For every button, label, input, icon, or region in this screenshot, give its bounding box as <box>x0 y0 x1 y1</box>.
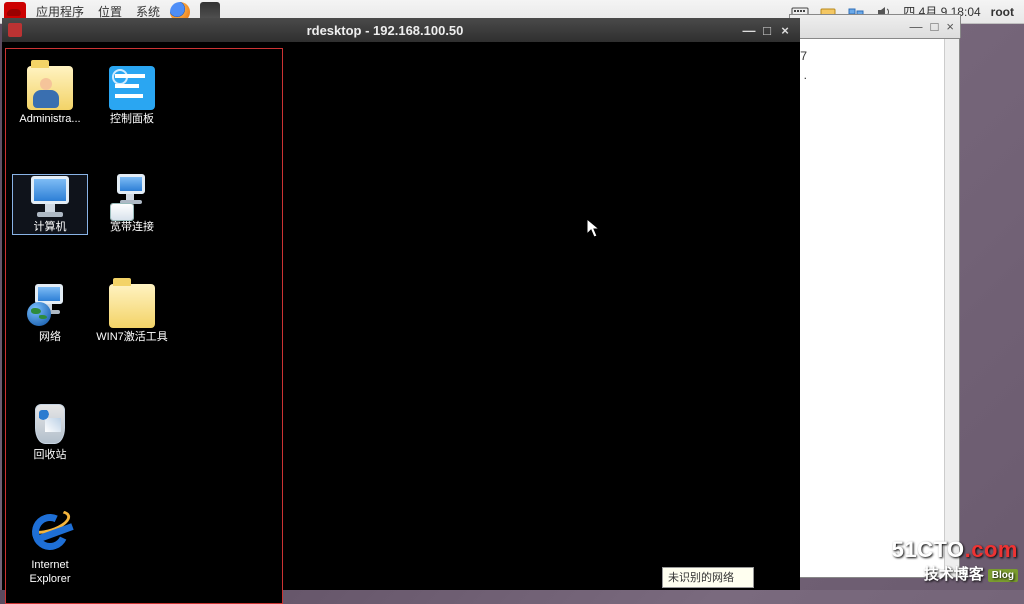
icon-label: 计算机 <box>12 221 88 235</box>
desktop-icon-broadband[interactable]: 宽带连接 <box>94 174 170 235</box>
icon-label: 网络 <box>12 331 88 345</box>
ie-icon <box>27 512 73 556</box>
mouse-cursor-icon <box>586 218 600 238</box>
rdesktop-maximize-button[interactable]: □ <box>758 23 776 38</box>
network-places-icon <box>27 284 73 328</box>
icon-label: WIN7激活工具 <box>94 331 170 345</box>
user-folder-icon <box>27 66 73 110</box>
computer-icon <box>27 174 73 218</box>
icon-label: Administra... <box>12 113 88 127</box>
rdesktop-window: rdesktop - 192.168.100.50 — □ × Administ… <box>2 18 800 590</box>
tooltip-text: 未识别的网络 <box>668 572 734 584</box>
rdesktop-minimize-button[interactable]: — <box>740 23 758 38</box>
rdesktop-app-icon <box>8 23 22 37</box>
desktop-icon-administrator[interactable]: Administra... <box>12 66 88 127</box>
control-panel-icon <box>109 66 155 110</box>
bg-window-maximize-button[interactable]: □ <box>931 19 939 34</box>
rdesktop-titlebar[interactable]: rdesktop - 192.168.100.50 — □ × <box>2 18 800 42</box>
bg-text-line: . . <box>797 66 955 85</box>
user-menu[interactable]: root <box>991 5 1014 19</box>
icon-label: 宽带连接 <box>94 221 170 235</box>
background-terminal-window: — □ × /7 . . <box>792 38 960 578</box>
icon-label: 控制面板 <box>94 113 170 127</box>
bg-window-titlebar[interactable]: — □ × <box>789 14 961 38</box>
bg-window-close-button[interactable]: × <box>946 19 954 34</box>
desktop-icon-control-panel[interactable]: 控制面板 <box>94 66 170 127</box>
watermark-subtitle: 技术博客Blog <box>892 563 1018 584</box>
folder-icon <box>109 284 155 328</box>
desktop-icon-internet-explorer[interactable]: Internet Explorer <box>12 512 88 587</box>
bg-window-content: /7 . . <box>793 39 959 93</box>
network-status-tooltip: 未识别的网络 <box>662 567 754 588</box>
watermark: 51CTO.com 技术博客Blog <box>892 537 1018 584</box>
recycle-bin-icon <box>27 402 73 446</box>
bg-window-minimize-button[interactable]: — <box>910 19 923 34</box>
icon-label: Internet Explorer <box>12 559 88 587</box>
rdesktop-close-button[interactable]: × <box>776 23 794 38</box>
desktop-icon-network[interactable]: 网络 <box>12 284 88 345</box>
dialup-icon <box>109 174 155 218</box>
rdesktop-title: rdesktop - 192.168.100.50 <box>30 23 740 38</box>
blog-badge: Blog <box>988 569 1018 582</box>
desktop-icon-computer[interactable]: 计算机 <box>12 174 88 235</box>
watermark-brand: 51CTO.com <box>892 537 1018 563</box>
bg-window-scrollbar[interactable] <box>944 39 959 577</box>
desktop-icon-recycle-bin[interactable]: 回收站 <box>12 402 88 463</box>
desktop-icon-win7-activation[interactable]: WIN7激活工具 <box>94 284 170 345</box>
bg-text-line: /7 <box>797 47 955 66</box>
icon-label: 回收站 <box>12 449 88 463</box>
